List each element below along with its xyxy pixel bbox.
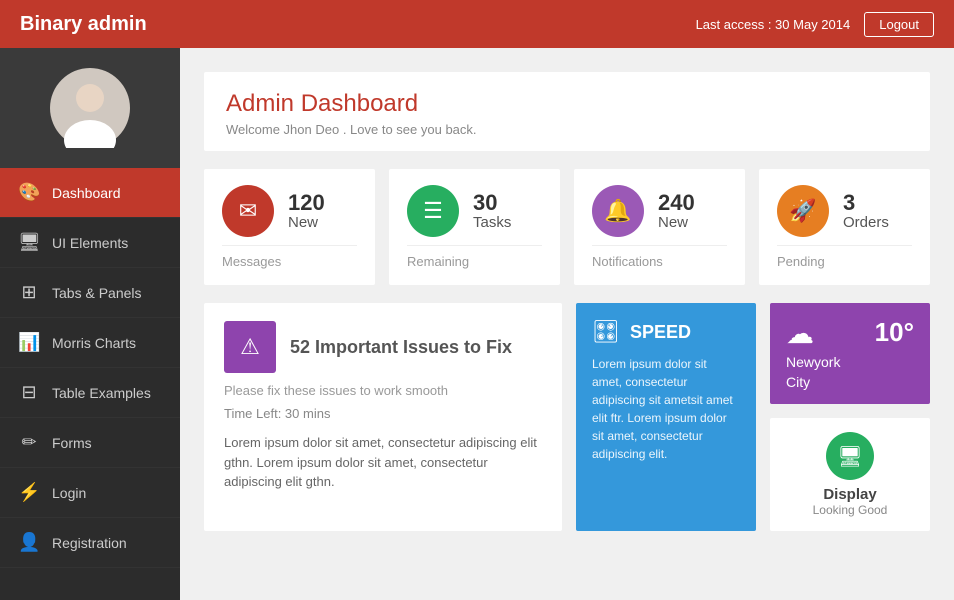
- notifications-label-bottom: Notifications: [592, 245, 727, 269]
- right-mini-cards: ☁ 10° Newyork City 🖥 Display Looking Goo…: [770, 303, 930, 531]
- stat-card-orders[interactable]: 🚀 3 Orders Pending: [759, 169, 930, 285]
- orders-label-bottom: Pending: [777, 245, 912, 269]
- time-left: Time Left: 30 mins: [224, 406, 542, 421]
- messages-nums: 120 New: [288, 192, 325, 231]
- sidebar-item-registration[interactable]: 👤 Registration: [0, 518, 180, 568]
- sidebar-item-morris-charts[interactable]: 📊 Morris Charts: [0, 318, 180, 368]
- ui-elements-icon: 🖥: [18, 232, 40, 253]
- login-icon: ⚡: [18, 482, 40, 503]
- weather-card: ☁ 10° Newyork City: [770, 303, 930, 404]
- sidebar-label-login: Login: [52, 485, 86, 501]
- alert-top: ⚠ 52 Important Issues to Fix: [224, 321, 542, 373]
- morris-charts-icon: 📊: [18, 332, 40, 353]
- alert-card: ⚠ 52 Important Issues to Fix Please fix …: [204, 303, 562, 531]
- weather-temp: 10°: [875, 317, 914, 348]
- weather-top: ☁ 10°: [786, 317, 914, 350]
- orders-icon: 🚀: [777, 185, 829, 237]
- orders-nums: 3 Orders: [843, 192, 889, 231]
- display-label: Display: [823, 486, 876, 503]
- sidebar-item-ui-elements[interactable]: 🖥 UI Elements: [0, 218, 180, 268]
- alert-body: Lorem ipsum dolor sit amet, consectetur …: [224, 433, 542, 492]
- sidebar: 🎨 Dashboard 🖥 UI Elements ⊞ Tabs & Panel…: [0, 48, 180, 600]
- messages-label-top: New: [288, 214, 325, 231]
- dashboard-icon: 🎨: [18, 182, 40, 203]
- sidebar-label-registration: Registration: [52, 535, 127, 551]
- page-subtitle: Welcome Jhon Deo . Love to see you back.: [226, 122, 908, 137]
- sidebar-item-dashboard[interactable]: 🎨 Dashboard: [0, 168, 180, 218]
- messages-icon: ✉: [222, 185, 274, 237]
- tasks-label-top: Tasks: [473, 214, 511, 231]
- stat-card-tasks[interactable]: ☰ 30 Tasks Remaining: [389, 169, 560, 285]
- main-content: Admin Dashboard Welcome Jhon Deo . Love …: [180, 48, 954, 600]
- sidebar-item-forms[interactable]: ✏ Forms: [0, 418, 180, 468]
- table-examples-icon: ⊟: [18, 382, 40, 403]
- sidebar-item-table-examples[interactable]: ⊟ Table Examples: [0, 368, 180, 418]
- display-card: 🖥 Display Looking Good: [770, 418, 930, 531]
- stats-row: ✉ 120 New Messages ☰ 30 Tasks Remaining: [204, 169, 930, 285]
- sidebar-label-dashboard: Dashboard: [52, 185, 121, 201]
- header-right: Last access : 30 May 2014 Logout: [696, 12, 934, 37]
- weather-city2: City: [786, 374, 914, 390]
- tasks-count: 30: [473, 192, 511, 214]
- display-sub: Looking Good: [813, 503, 888, 517]
- messages-label-bottom: Messages: [222, 245, 357, 269]
- sidebar-label-tabs-panels: Tabs & Panels: [52, 285, 142, 301]
- logout-button[interactable]: Logout: [864, 12, 934, 37]
- avatar: [50, 68, 130, 148]
- sidebar-label-forms: Forms: [52, 435, 92, 451]
- notifications-count: 240: [658, 192, 695, 214]
- orders-count: 3: [843, 192, 889, 214]
- app-header: Binary admin Last access : 30 May 2014 L…: [0, 0, 954, 48]
- page-header: Admin Dashboard Welcome Jhon Deo . Love …: [204, 72, 930, 151]
- speed-card: 🎛 SPEED Lorem ipsum dolor sit amet, cons…: [576, 303, 756, 531]
- alert-subtitle: Please fix these issues to work smooth: [224, 383, 542, 398]
- notifications-nums: 240 New: [658, 192, 695, 231]
- forms-icon: ✏: [18, 432, 40, 453]
- orders-label-top: Orders: [843, 214, 889, 231]
- stat-card-messages[interactable]: ✉ 120 New Messages: [204, 169, 375, 285]
- tasks-nums: 30 Tasks: [473, 192, 511, 231]
- weather-city1: Newyork: [786, 354, 914, 370]
- sidebar-item-tabs-panels[interactable]: ⊞ Tabs & Panels: [0, 268, 180, 318]
- speed-title: SPEED: [630, 322, 691, 343]
- tasks-icon: ☰: [407, 185, 459, 237]
- registration-icon: 👤: [18, 532, 40, 553]
- notifications-label-top: New: [658, 214, 695, 231]
- brand-title: Binary admin: [20, 13, 147, 36]
- bottom-row: ⚠ 52 Important Issues to Fix Please fix …: [204, 303, 930, 531]
- sidebar-label-table-examples: Table Examples: [52, 385, 151, 401]
- display-icon: 🖥: [826, 432, 874, 480]
- last-access-text: Last access : 30 May 2014: [696, 17, 851, 32]
- tasks-label-bottom: Remaining: [407, 245, 542, 269]
- speed-body: Lorem ipsum dolor sit amet, consectetur …: [592, 355, 740, 463]
- avatar-svg: [50, 68, 130, 148]
- sidebar-label-ui-elements: UI Elements: [52, 235, 128, 251]
- avatar-area: [0, 48, 180, 168]
- messages-count: 120: [288, 192, 325, 214]
- tabs-panels-icon: ⊞: [18, 282, 40, 303]
- alert-title: 52 Important Issues to Fix: [290, 337, 512, 358]
- stat-card-notifications[interactable]: 🔔 240 New Notifications: [574, 169, 745, 285]
- notifications-icon: 🔔: [592, 185, 644, 237]
- alert-icon: ⚠: [224, 321, 276, 373]
- page-title: Admin Dashboard: [226, 90, 908, 118]
- sidebar-item-login[interactable]: ⚡ Login: [0, 468, 180, 518]
- main-layout: 🎨 Dashboard 🖥 UI Elements ⊞ Tabs & Panel…: [0, 48, 954, 600]
- sidebar-label-morris-charts: Morris Charts: [52, 335, 136, 351]
- speed-header: 🎛 SPEED: [592, 319, 740, 345]
- speed-icon: 🎛: [592, 319, 620, 345]
- weather-icon: ☁: [786, 317, 814, 350]
